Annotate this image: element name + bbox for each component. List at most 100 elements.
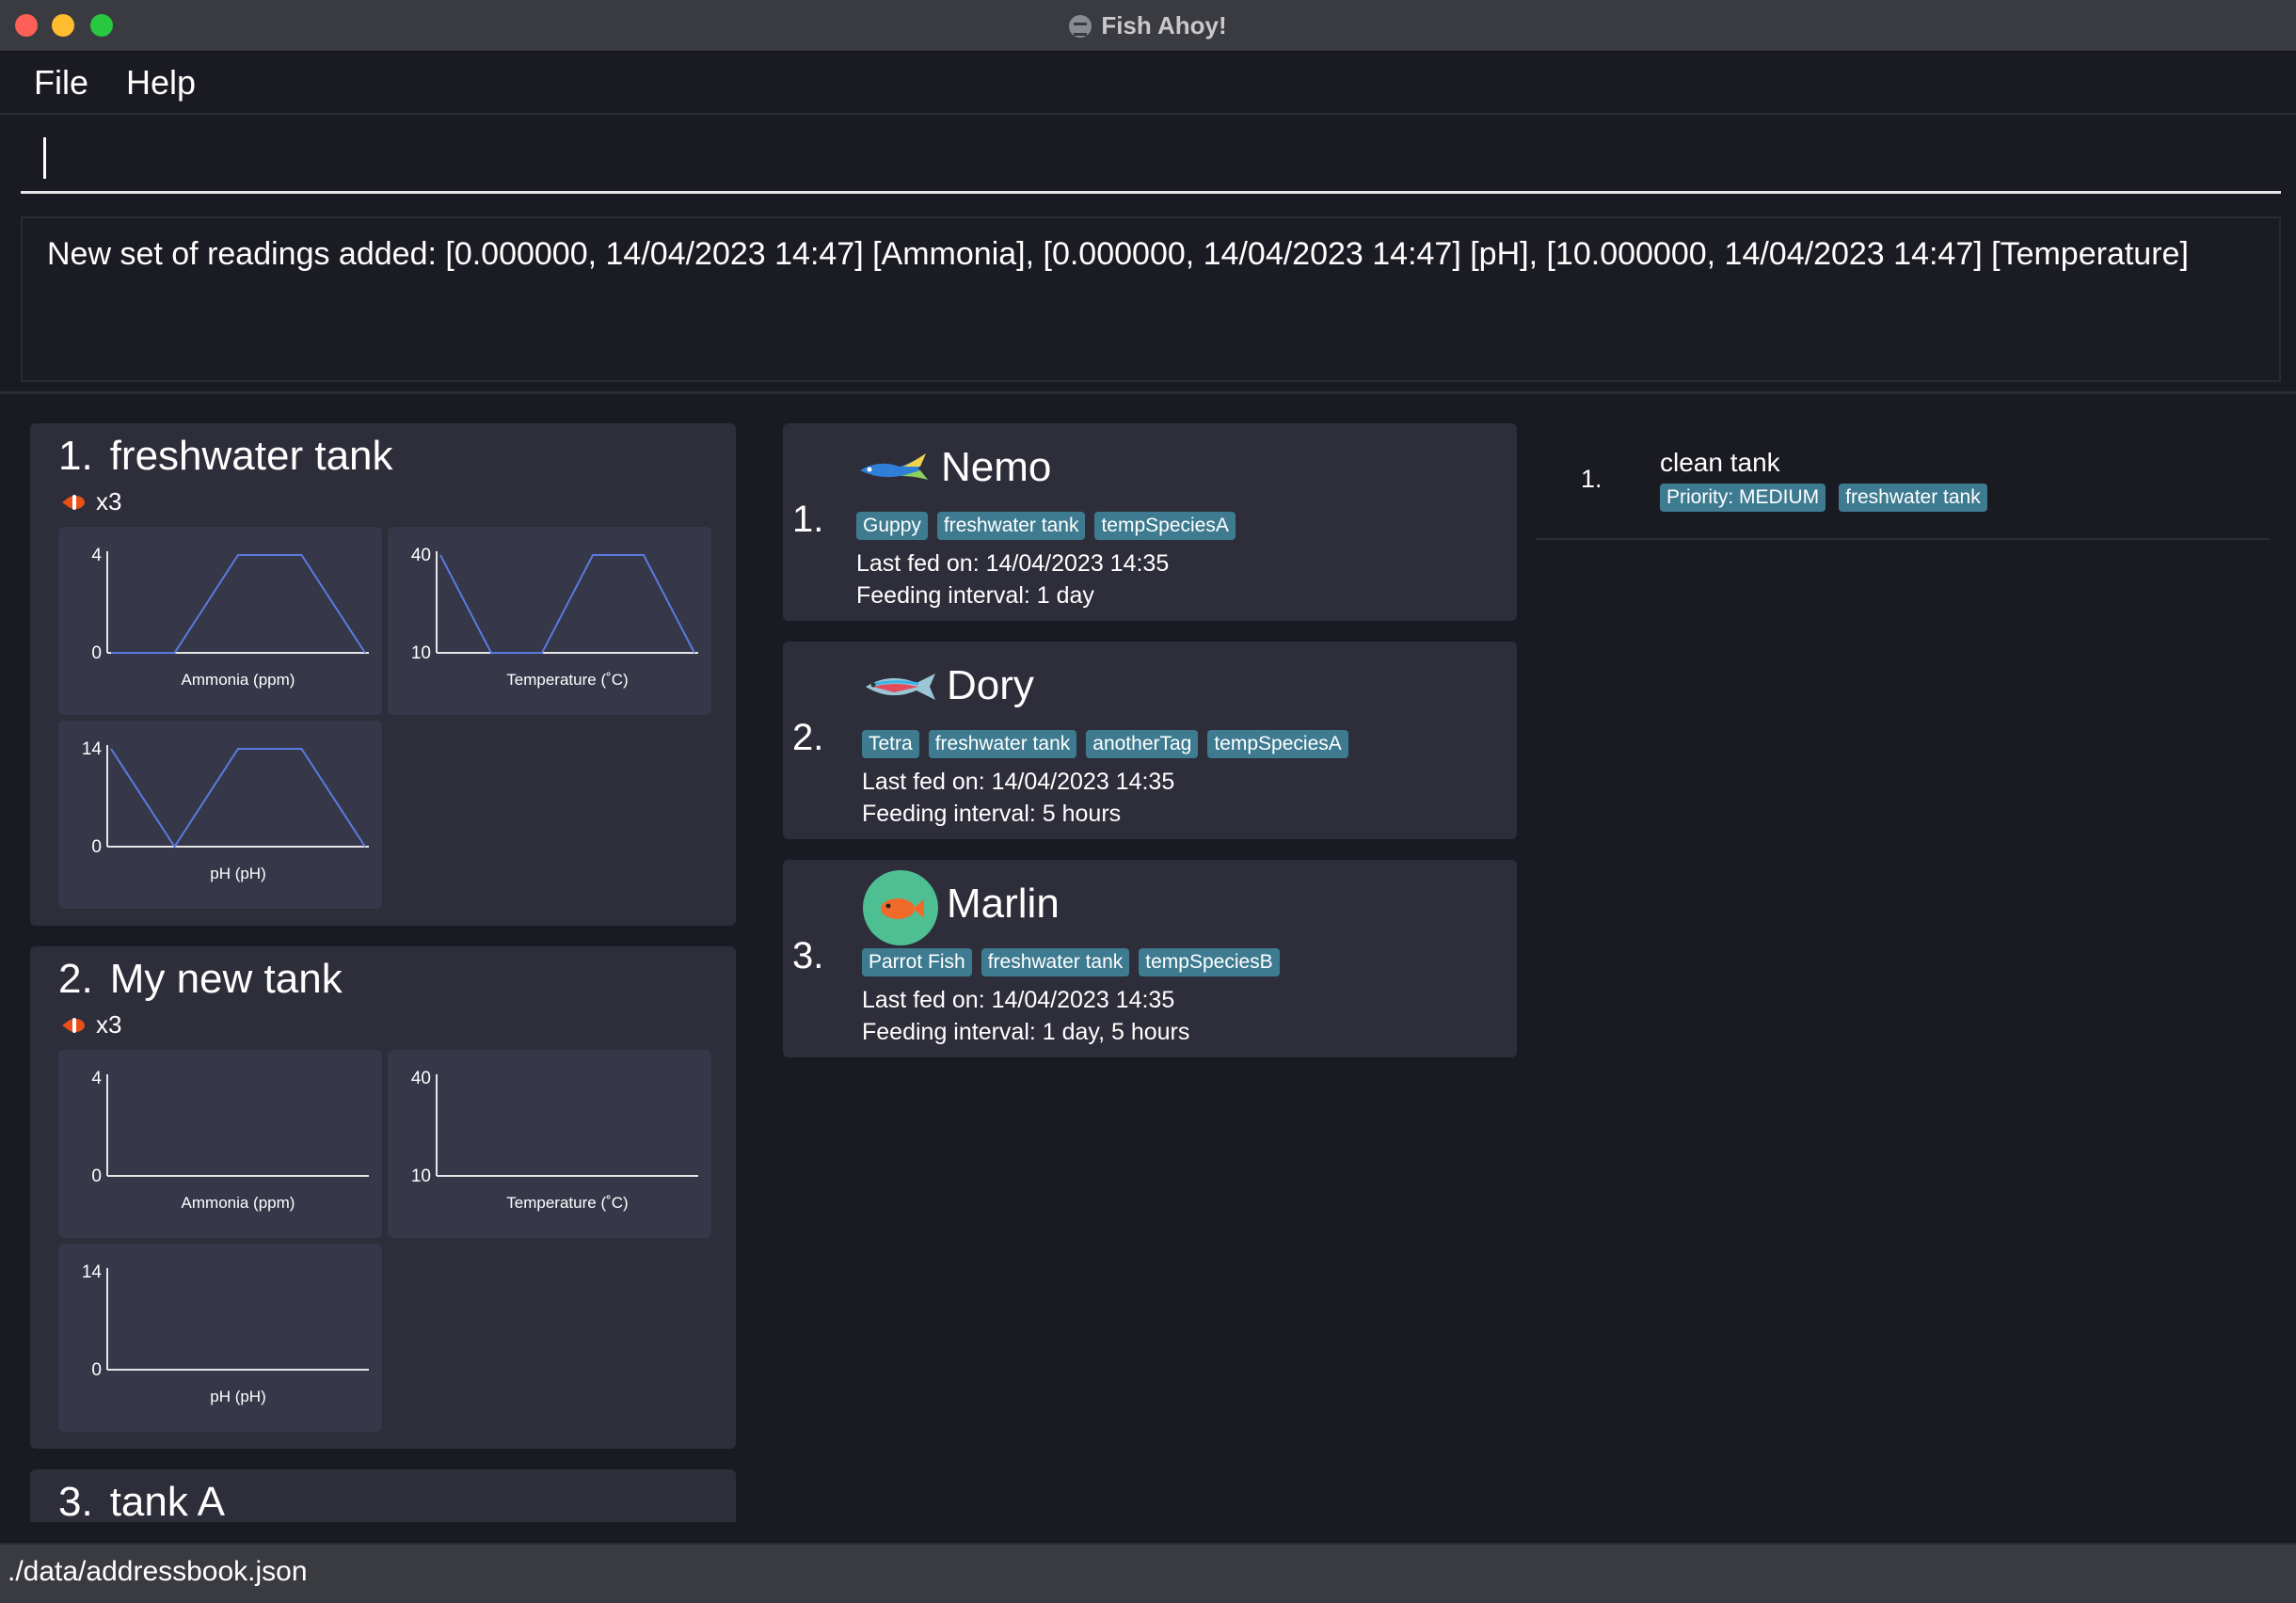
tank-card[interactable]: 3. tank A (30, 1469, 736, 1522)
menu-help[interactable]: Help (126, 63, 196, 103)
tank-list-panel[interactable]: 1. freshwater tank x3 4 0 Ammonia (ppm) 40 1… (28, 423, 740, 1522)
series-line (111, 554, 366, 654)
y-tick-min: 0 (91, 1360, 102, 1380)
tag: tempSpeciesA (1094, 512, 1236, 540)
parrot-fish-icon (863, 870, 938, 945)
last-fed: Last fed on: 14/04/2023 14:35 (856, 550, 1170, 577)
y-tick-min: 0 (91, 1167, 102, 1186)
tag: tempSpeciesB (1139, 948, 1280, 976)
menu-file[interactable]: File (34, 63, 88, 103)
series-line (110, 748, 366, 849)
tag: Guppy (856, 512, 928, 540)
fish-card[interactable]: 3. Marlin Parrot Fish freshwater tank te… (783, 860, 1517, 1057)
tank-index: 2. (58, 956, 93, 1002)
chart-svg: 4 0 Ammonia (ppm) (91, 1069, 369, 1212)
fish-card[interactable]: 1. Nemo Guppy freshwater tank tempSpecie… (783, 423, 1517, 621)
ammonia-chart: 4 0 Ammonia (ppm) (58, 1050, 382, 1238)
y-tick-max: 4 (91, 546, 102, 565)
temperature-chart: 40 10 Temperature (˚C) (388, 527, 711, 715)
tag: Tetra (862, 730, 919, 758)
tetra-icon (866, 674, 935, 700)
chart-svg: 4 0 Ammonia (ppm) (91, 546, 369, 689)
y-tick-min: 0 (91, 837, 102, 857)
ph-chart: 14 0 pH (pH) (58, 721, 382, 909)
text-caret (43, 137, 46, 179)
tag: freshwater tank (1839, 484, 1987, 512)
app-icon (1069, 14, 1092, 38)
menu-bar: File Help (0, 53, 2296, 115)
tag: tempSpeciesA (1207, 730, 1348, 758)
tag: freshwater tank (928, 730, 1077, 758)
tank-title: 2. My new tank (58, 956, 343, 1003)
tank-card[interactable]: 1. freshwater tank x3 4 0 Ammonia (ppm) 40 1… (30, 423, 736, 926)
app-window: Fish Ahoy! File Help New set of readings… (0, 0, 2296, 1603)
chart-axis-label: Temperature (˚C) (506, 671, 628, 689)
fish-tags: Guppy freshwater tank tempSpeciesA (856, 512, 1236, 540)
fish-count-label: x3 (96, 1010, 122, 1039)
title-bar: Fish Ahoy! (0, 0, 2296, 52)
tank-index: 3. (58, 1479, 93, 1522)
y-tick-max: 4 (91, 1069, 102, 1088)
tank-name: My new tank (109, 956, 343, 1002)
temperature-chart: 40 10 Temperature (˚C) (388, 1050, 711, 1238)
fish-name: Dory (947, 662, 1034, 708)
fish-index: 3. (792, 935, 824, 976)
tank-index: 1. (58, 433, 93, 479)
chart-axis-label: pH (pH) (210, 1388, 266, 1405)
tag: anotherTag (1086, 730, 1199, 758)
tank-name: tank A (109, 1479, 226, 1522)
feeding-interval: Feeding interval: 5 hours (862, 801, 1122, 827)
y-tick-max: 14 (82, 1262, 103, 1282)
tank-card[interactable]: 2. My new tank x3 4 0 Ammonia (ppm) 40 10 Tem… (30, 946, 736, 1449)
result-message: New set of readings added: [0.000000, 14… (47, 236, 2189, 272)
tag: freshwater tank (936, 512, 1086, 540)
chart-axis-label: pH (pH) (210, 865, 266, 882)
feeding-interval: Feeding interval: 1 day, 5 hours (862, 1019, 1190, 1045)
task-list-item[interactable]: 1. clean tank Priority: MEDIUM freshwate… (1536, 423, 2270, 540)
tank-title: 1. freshwater tank (58, 433, 393, 480)
command-box (21, 122, 2281, 194)
chart-axis-label: Temperature (˚C) (506, 1194, 628, 1212)
fish-name: Marlin (947, 881, 1060, 927)
window-title: Fish Ahoy! (1101, 11, 1227, 40)
tank-fish-count: x3 (62, 487, 121, 516)
chart-svg: 14 0 pH (pH) (82, 739, 369, 882)
chart-svg: 40 10 Temperature (˚C) (411, 546, 698, 689)
clownfish-icon (62, 1015, 88, 1036)
guppy-icon (860, 453, 928, 480)
fish-name: Nemo (941, 444, 1052, 490)
command-input[interactable] (21, 122, 2281, 191)
y-tick-max: 40 (411, 1069, 431, 1088)
tag: Parrot Fish (862, 948, 972, 976)
fish-card[interactable]: 2. Dory Tetra freshwater tank anotherTag… (783, 642, 1517, 839)
clownfish-icon (62, 492, 88, 513)
ph-chart: 14 0 pH (pH) (58, 1244, 382, 1432)
y-tick-min: 10 (411, 643, 431, 663)
fish-info: Last fed on: 14/04/2023 14:35 Feeding in… (856, 548, 1169, 611)
y-tick-min: 0 (91, 643, 102, 663)
fish-count-label: x3 (96, 487, 122, 516)
status-bar: ./data/addressbook.json (0, 1543, 2296, 1603)
tag: freshwater tank (981, 948, 1130, 976)
feeding-interval: Feeding interval: 1 day (856, 582, 1094, 609)
fish-info: Last fed on: 14/04/2023 14:35 Feeding in… (862, 766, 1174, 830)
tank-title: 3. tank A (58, 1479, 225, 1522)
fish-tags: Tetra freshwater tank anotherTag tempSpe… (862, 730, 1348, 758)
fish-index: 2. (792, 717, 824, 758)
task-index: 1. (1581, 465, 1602, 493)
task-tags: Priority: MEDIUM freshwater tank (1660, 484, 1987, 512)
chart-axis-label: Ammonia (ppm) (182, 671, 295, 689)
task-name: clean tank (1660, 448, 1780, 477)
chart-svg: 40 10 Temperature (˚C) (411, 1069, 698, 1212)
series-line (439, 554, 695, 654)
fish-index: 1. (792, 499, 824, 540)
last-fed: Last fed on: 14/04/2023 14:35 (862, 987, 1175, 1013)
y-tick-max: 14 (82, 739, 103, 759)
fish-info: Last fed on: 14/04/2023 14:35 Feeding in… (862, 984, 1189, 1048)
ammonia-chart: 4 0 Ammonia (ppm) (58, 527, 382, 715)
fish-list-panel[interactable]: 1. Nemo Guppy freshwater tank tempSpecie… (783, 423, 1517, 1082)
fish-tags: Parrot Fish freshwater tank tempSpeciesB (862, 948, 1280, 976)
save-location: ./data/addressbook.json (8, 1556, 308, 1587)
divider (0, 391, 2296, 394)
chart-svg: 14 0 pH (pH) (82, 1262, 369, 1405)
